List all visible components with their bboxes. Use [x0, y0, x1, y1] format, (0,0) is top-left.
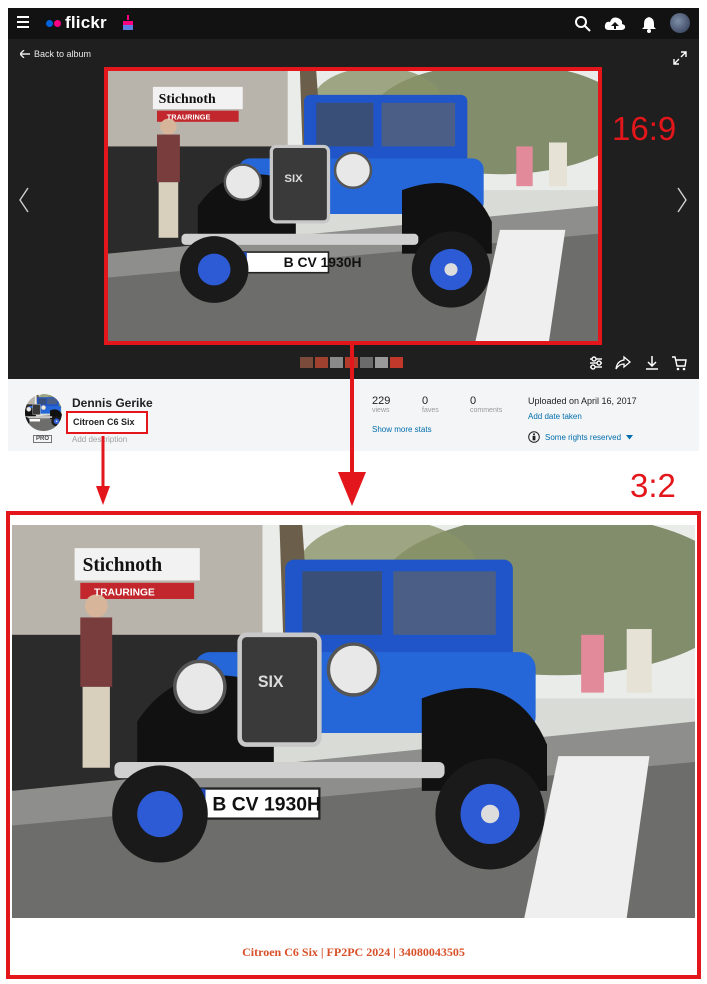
shop-sign-text: Stichnoth [83, 555, 163, 576]
shop-subsign-text: TRAURINGE [94, 587, 155, 598]
arrow-title-to-caption [96, 436, 110, 505]
grille-badge-text: SIX [258, 673, 284, 691]
crop-caption: Citroen C6 Six | FP2PC 2024 | 3408004350… [242, 945, 465, 959]
crop-3x2-preview: B CV 1930H SIX Stichnoth TRAURINGE Citro… [6, 511, 701, 979]
license-plate-text: B CV 1930H [212, 793, 321, 815]
car-photo-3x2: B CV 1930H SIX Stichnoth TRAURINGE [12, 525, 695, 918]
crop-photo-container: B CV 1930H SIX Stichnoth TRAURINGE [12, 525, 695, 918]
arrow-photo-to-crop [338, 345, 366, 506]
